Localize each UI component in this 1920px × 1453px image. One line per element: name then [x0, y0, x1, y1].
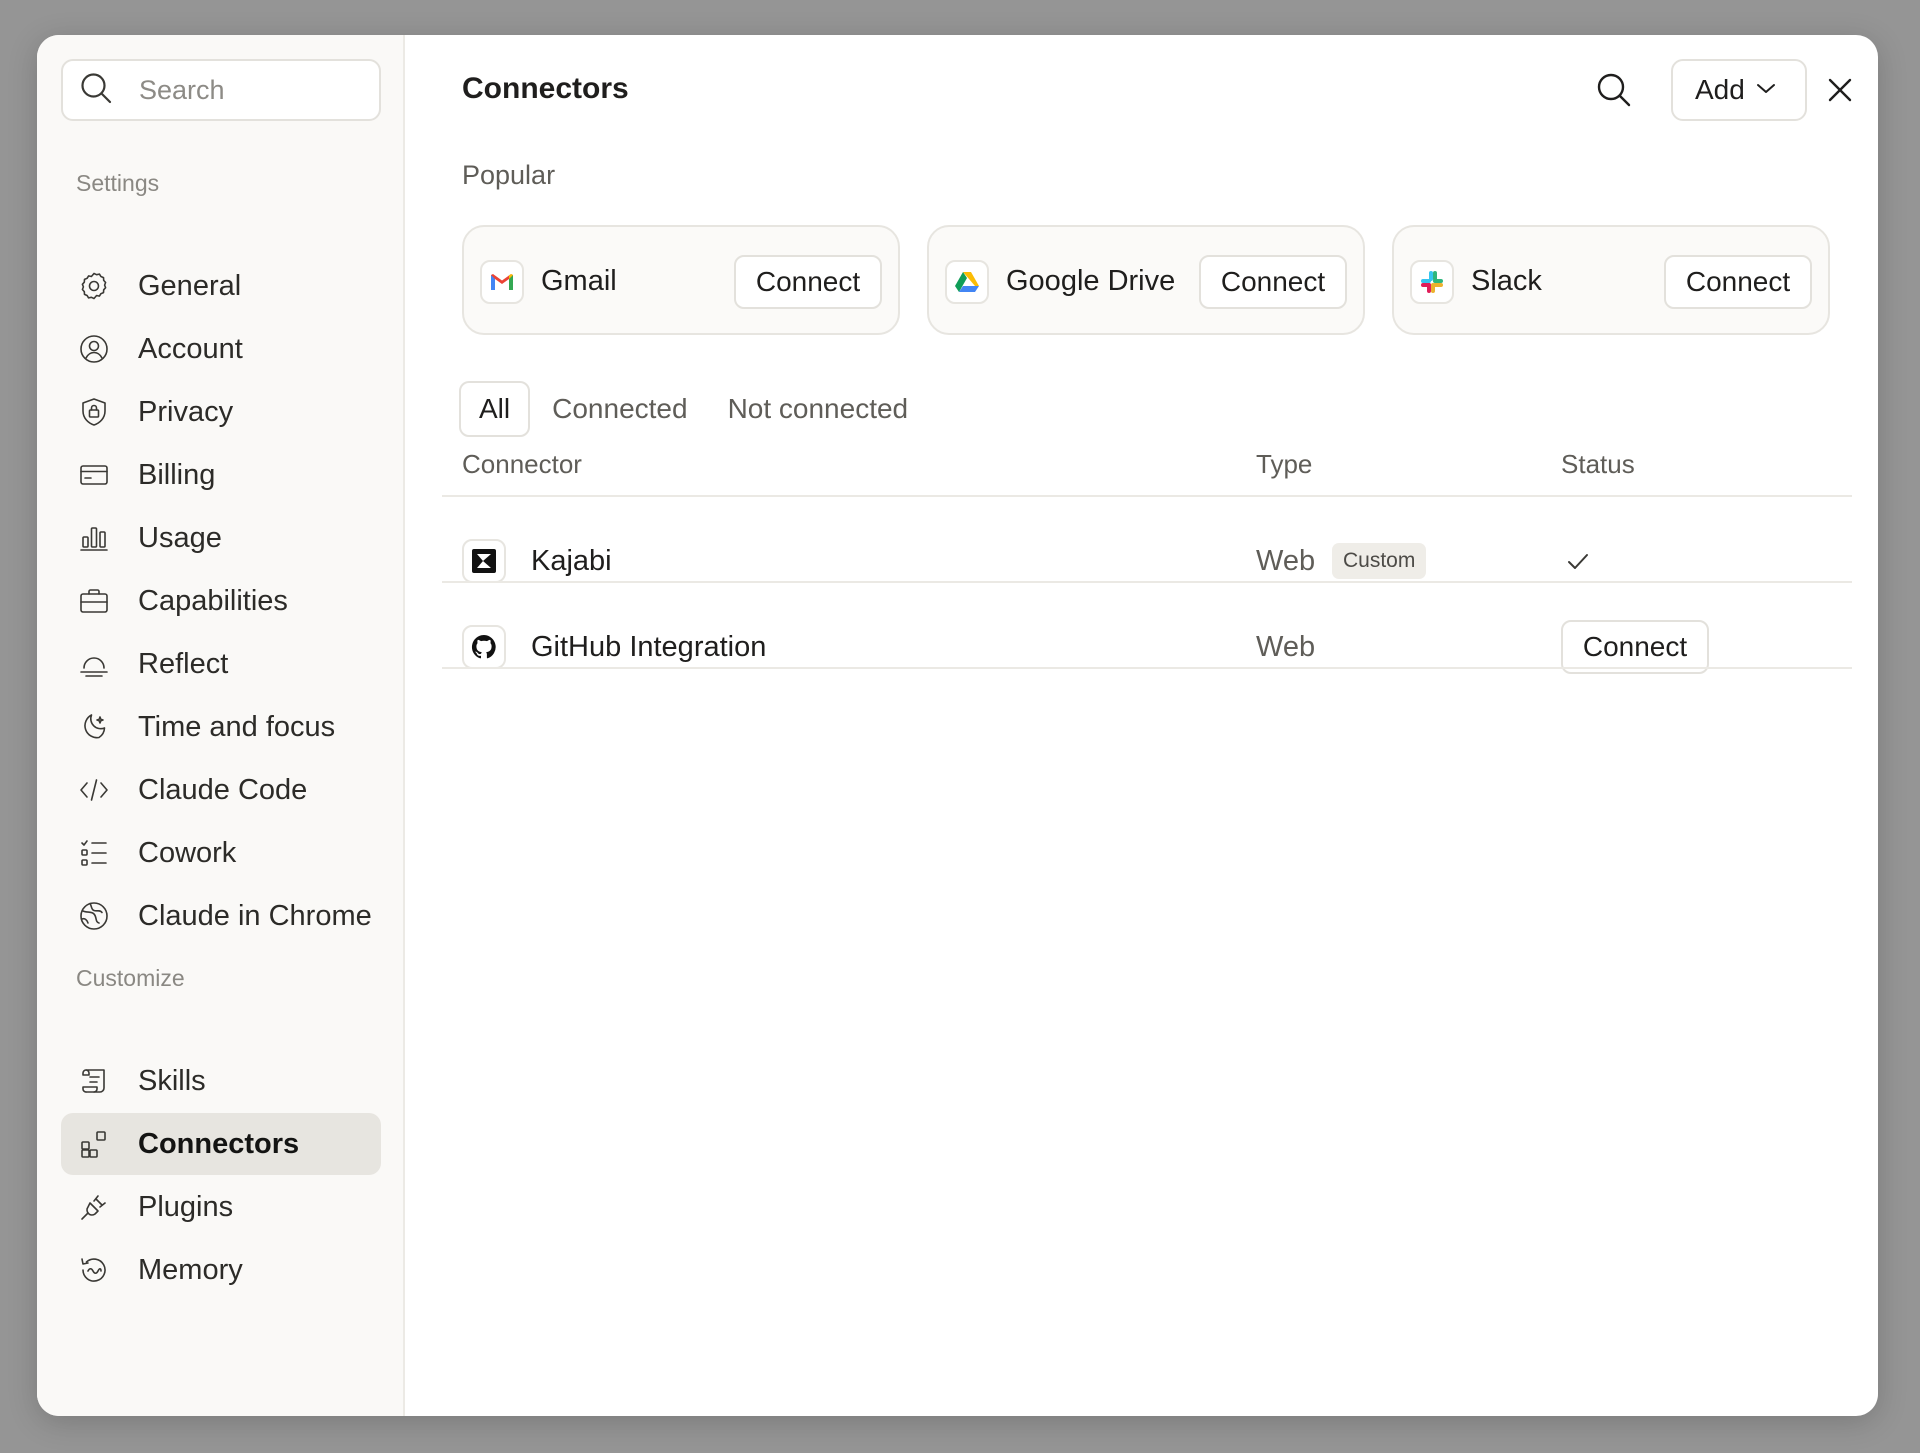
sidebar-item-label: Skills	[138, 1064, 206, 1097]
gear-icon	[77, 269, 111, 303]
connectors-panel: Connectors Add Popular Gmail Connect Goo…	[405, 35, 1878, 1416]
custom-badge: Custom	[1332, 543, 1427, 579]
column-header-type: Type	[1256, 449, 1313, 479]
column-header-status: Status	[1561, 449, 1635, 479]
scroll-icon	[77, 1064, 111, 1098]
code-icon	[77, 773, 111, 807]
connector-name: GitHub Integration	[531, 631, 767, 663]
shield-lock-icon	[77, 395, 111, 429]
column-header-connector: Connector	[462, 449, 582, 479]
sidebar-item-label: Privacy	[138, 395, 234, 428]
sidebar-item-general[interactable]: General	[61, 255, 381, 317]
sidebar-item-connectors[interactable]: Connectors	[61, 1113, 381, 1175]
divider	[442, 495, 1852, 497]
sidebar-item-label: Claude Code	[138, 773, 308, 806]
connect-button[interactable]: Connect	[1664, 255, 1812, 309]
globe-icon	[77, 899, 111, 933]
popular-card-gmail: Gmail Connect	[462, 225, 900, 335]
add-button[interactable]: Add	[1671, 59, 1807, 121]
connector-name: Kajabi	[531, 545, 612, 577]
search-button[interactable]	[1594, 70, 1634, 110]
add-button-label: Add	[1695, 74, 1745, 105]
sidebar-item-plugins[interactable]: Plugins	[61, 1176, 381, 1238]
settings-sidebar: Settings General Account Privacy Billing…	[37, 35, 405, 1416]
popular-card-slack: Slack Connect	[1392, 225, 1830, 335]
sidebar-item-memory[interactable]: Memory	[61, 1239, 381, 1301]
sidebar-item-label: Reflect	[138, 647, 229, 680]
sidebar-item-label: Capabilities	[138, 584, 288, 617]
connect-button[interactable]: Connect	[734, 255, 882, 309]
connectors-icon	[77, 1127, 111, 1161]
divider	[442, 581, 1852, 583]
page-title: Connectors	[462, 72, 629, 105]
close-button[interactable]	[1823, 73, 1857, 107]
connector-type: Web	[1256, 545, 1316, 577]
credit-card-icon	[77, 458, 111, 492]
sidebar-item-label: Cowork	[138, 836, 237, 869]
card-name: Slack	[1471, 265, 1542, 297]
github-icon	[462, 625, 506, 669]
sidebar-item-label: Account	[138, 332, 243, 365]
plug-icon	[77, 1190, 111, 1224]
sidebar-item-usage[interactable]: Usage	[61, 507, 381, 569]
sidebar-item-account[interactable]: Account	[61, 318, 381, 380]
sidebar-item-billing[interactable]: Billing	[61, 444, 381, 506]
connector-type: Web	[1256, 631, 1316, 663]
briefcase-icon	[77, 584, 111, 618]
tab-all[interactable]: All	[459, 381, 531, 437]
sidebar-item-cowork[interactable]: Cowork	[61, 822, 381, 884]
sidebar-item-label: Plugins	[138, 1190, 234, 1223]
sidebar-search[interactable]	[61, 59, 381, 121]
card-name: Google Drive	[1006, 265, 1176, 297]
settings-window: Settings General Account Privacy Billing…	[37, 35, 1878, 1416]
sidebar-item-privacy[interactable]: Privacy	[61, 381, 381, 443]
close-icon	[1823, 78, 1857, 111]
sidebar-item-reflect[interactable]: Reflect	[61, 633, 381, 695]
sidebar-item-label: Memory	[138, 1253, 243, 1286]
google-drive-icon	[945, 260, 989, 304]
card-name: Gmail	[541, 265, 617, 297]
bar-chart-icon	[77, 521, 111, 555]
sidebar-item-label: Usage	[138, 521, 222, 554]
sidebar-item-claude-code[interactable]: Claude Code	[61, 759, 381, 821]
tab-not-connected[interactable]: Not connected	[710, 381, 927, 437]
gmail-icon	[480, 260, 524, 304]
divider	[442, 667, 1852, 669]
popular-section-label: Popular	[462, 160, 556, 190]
customize-section-label: Customize	[76, 965, 185, 991]
memory-icon	[77, 1253, 111, 1287]
popular-card-google-drive: Google Drive Connect	[927, 225, 1365, 335]
connect-button[interactable]: Connect	[1199, 255, 1347, 309]
search-input[interactable]	[139, 74, 359, 106]
filter-tabs: All Connected Not connected	[459, 381, 926, 437]
sidebar-item-time-and-focus[interactable]: Time and focus	[61, 696, 381, 758]
sidebar-item-label: General	[138, 269, 242, 302]
sidebar-item-label: Billing	[138, 458, 216, 491]
checklist-icon	[77, 836, 111, 870]
user-circle-icon	[77, 332, 111, 366]
sidebar-item-claude-in-chrome[interactable]: Claude in Chrome	[61, 885, 381, 947]
slack-icon	[1410, 260, 1454, 304]
sidebar-item-label: Time and focus	[138, 710, 336, 743]
sunrise-icon	[77, 647, 111, 681]
chevron-down-icon	[1745, 77, 1777, 104]
search-icon	[79, 71, 113, 110]
sidebar-item-capabilities[interactable]: Capabilities	[61, 570, 381, 632]
moon-icon	[77, 710, 111, 744]
connect-button[interactable]: Connect	[1561, 620, 1709, 674]
tab-connected[interactable]: Connected	[534, 381, 705, 437]
sidebar-item-label: Claude in Chrome	[138, 899, 372, 932]
search-icon	[1594, 73, 1634, 114]
sidebar-item-label: Connectors	[138, 1127, 300, 1160]
settings-section-label: Settings	[76, 170, 160, 196]
check-icon	[1563, 547, 1593, 577]
kajabi-icon	[462, 539, 506, 583]
sidebar-item-skills[interactable]: Skills	[61, 1050, 381, 1112]
